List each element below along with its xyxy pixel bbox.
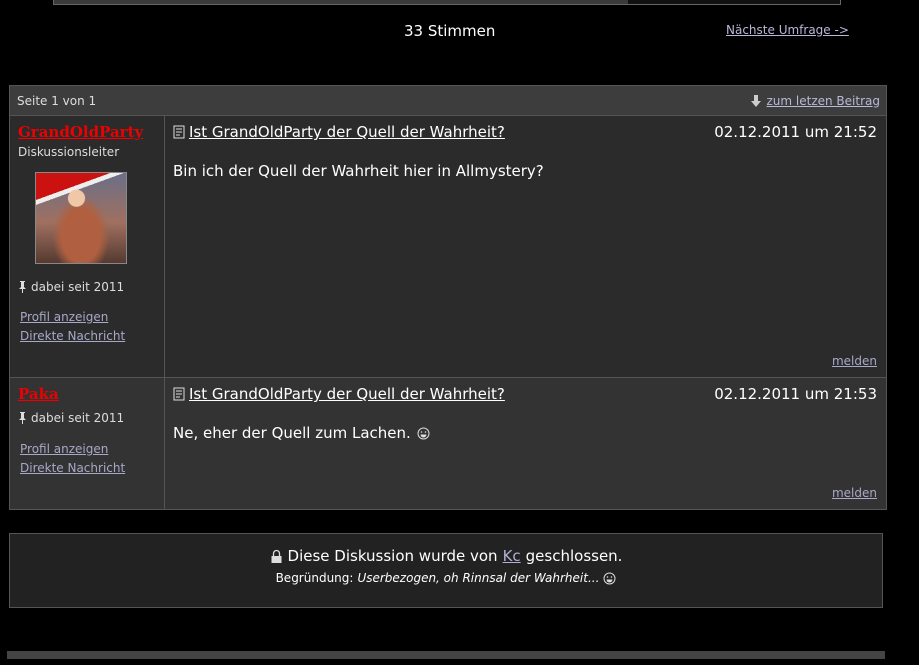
member-since: dabei seit 2011 (18, 280, 164, 294)
vote-count: 33 Stimmen (404, 22, 496, 40)
direct-message-link[interactable]: Direkte Nachricht (20, 461, 164, 475)
author-name[interactable]: Paka (18, 385, 164, 403)
author-name[interactable]: GrandOldParty (18, 123, 164, 141)
post: Paka dabei seit 2011 Profil anzeigen Dir… (10, 378, 886, 509)
lock-icon (271, 549, 282, 563)
post-body: Ne, eher der Quell zum Lachen. (173, 424, 877, 442)
member-since-label: dabei seit 2011 (31, 280, 125, 294)
member-since-label: dabei seit 2011 (31, 411, 125, 425)
post-content: Ist GrandOldParty der Quell der Wahrheit… (165, 378, 886, 509)
post-title[interactable]: Ist GrandOldParty der Quell der Wahrheit… (189, 385, 505, 403)
member-since: dabei seit 2011 (18, 411, 164, 425)
poll-result-bar (53, 0, 841, 5)
post-text: Ne, eher der Quell zum Lachen. (173, 424, 411, 442)
report-link[interactable]: melden (832, 354, 877, 368)
last-post-label: zum letzen Beitrag (766, 93, 881, 108)
smiley-icon (417, 427, 430, 439)
avatar[interactable] (35, 172, 127, 264)
post-content: Ist GrandOldParty der Quell der Wahrheit… (165, 116, 886, 377)
post-body: Bin ich der Quell der Wahrheit hier in A… (173, 162, 877, 180)
reason-label: Begründung: (275, 571, 354, 585)
post-text: Bin ich der Quell der Wahrheit hier in A… (173, 162, 544, 180)
closed-suffix: geschlossen. (525, 547, 623, 565)
poll-result-fill (54, 0, 628, 4)
post-author-panel: GrandOldParty Diskussionsleiter dabei se… (10, 116, 165, 377)
post-date: 02.12.2011 um 21:52 (714, 123, 877, 141)
document-icon (173, 125, 185, 139)
post-title[interactable]: Ist GrandOldParty der Quell der Wahrheit… (189, 123, 505, 141)
pager-bar: Seite 1 von 1 zum letzen Beitrag (10, 86, 886, 116)
closed-by-link[interactable]: Kc (503, 547, 521, 565)
author-role: Diskussionsleiter (18, 145, 120, 159)
pin-icon (19, 412, 26, 424)
thread-container: Seite 1 von 1 zum letzen Beitrag GrandOl… (9, 85, 887, 510)
post-date: 02.12.2011 um 21:53 (714, 385, 877, 403)
report-link[interactable]: melden (832, 486, 877, 500)
direct-message-link[interactable]: Direkte Nachricht (20, 329, 164, 343)
last-post-link[interactable]: zum letzen Beitrag (750, 93, 881, 108)
footer-divider (7, 651, 885, 659)
next-poll-link[interactable]: Nächste Umfrage -> (726, 23, 849, 37)
page-info: Seite 1 von 1 (17, 93, 97, 108)
closed-prefix: Diese Diskussion wurde von (287, 547, 498, 565)
profile-link[interactable]: Profil anzeigen (20, 442, 164, 456)
reason-text: Userbezogen, oh Rinnsal der Wahrheit... (357, 571, 600, 585)
closed-notice: Diese Diskussion wurde von Kc geschlosse… (9, 533, 883, 608)
profile-link[interactable]: Profil anzeigen (20, 310, 164, 324)
pin-icon (19, 281, 26, 293)
arrow-down-icon (750, 94, 761, 107)
document-icon (173, 387, 185, 401)
smiley-icon (603, 572, 616, 584)
post-author-panel: Paka dabei seit 2011 Profil anzeigen Dir… (10, 378, 165, 509)
post: GrandOldParty Diskussionsleiter dabei se… (10, 116, 886, 378)
